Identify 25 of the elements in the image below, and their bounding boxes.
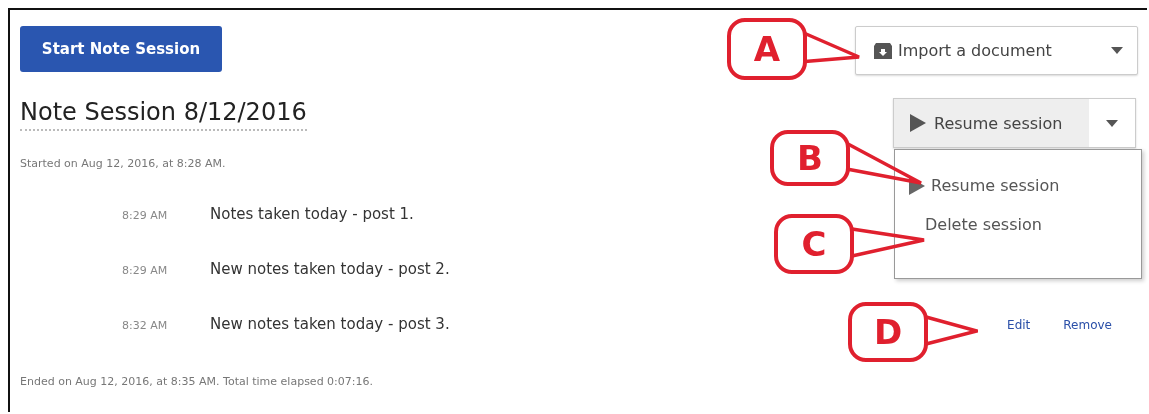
note-time: 8:32 AM [122,319,169,332]
session-start-text: Started on Aug 12, 2016, at 8:28 AM. [20,157,227,170]
menu-item[interactable]: Delete session [925,215,1141,234]
callout: B [770,130,922,186]
note-text: New notes taken today - post 2. [210,260,450,278]
import-icon [874,42,892,59]
note-text: New notes taken today - post 3. [210,315,450,333]
note-time: 8:29 AM [122,264,169,277]
session-end-text: Ended on Aug 12, 2016, at 8:35 AM. Total time elapsed 0:07:16. [20,375,375,388]
note-text: Notes taken today - post 1. [210,205,414,223]
callout: D [848,302,978,362]
callout: A [727,18,860,80]
play-icon [910,114,926,132]
caret-icon [1111,47,1123,54]
import-document-button[interactable]: Import a document [855,26,1138,75]
caret-icon [1106,119,1118,127]
note-action-link[interactable]: Edit [1007,318,1031,332]
callout: C [774,214,925,274]
resume-session-button[interactable]: Resume session [894,99,1089,147]
start-session-button[interactable]: Start Note Session [20,26,222,72]
note-time: 8:29 AM [122,209,169,222]
note-action-link[interactable]: Remove [1063,318,1112,332]
session-title: Note Session 8/12/2016 [20,98,307,131]
resume-split-button[interactable]: Resume session [893,98,1136,148]
dropdown-toggle[interactable] [1089,99,1135,147]
